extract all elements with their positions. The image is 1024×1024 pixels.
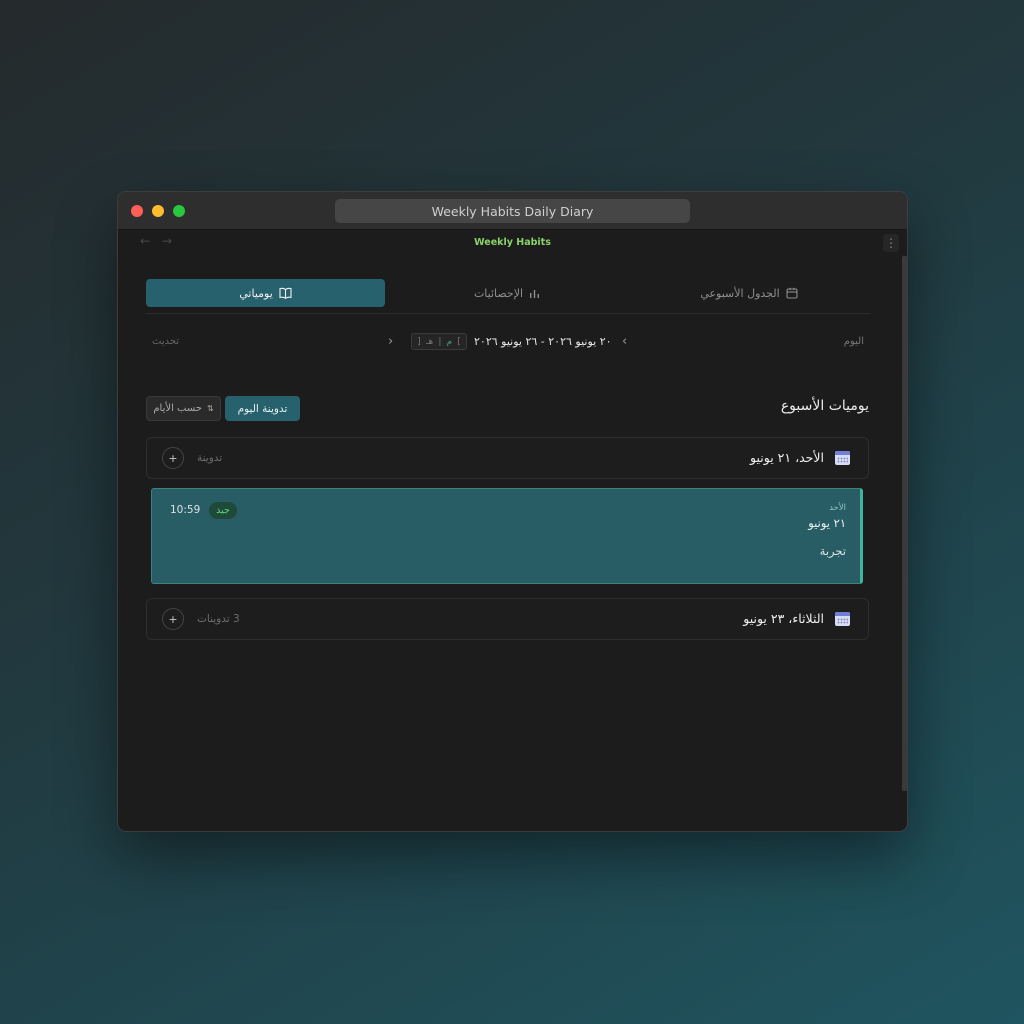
close-window-button[interactable] [131, 205, 143, 217]
maximize-window-button[interactable] [173, 205, 185, 217]
chevron-right-icon[interactable]: › [388, 334, 393, 349]
day-title: الأحد، ٢١ يونيو [750, 450, 824, 465]
tab-journal-label: يومياتي [239, 286, 273, 300]
scrollbar-thumb[interactable] [902, 256, 907, 791]
gregorian-option[interactable]: م [447, 337, 452, 347]
tab-bar: يومياتي الإحصائيات الجدول الأسبوعي [146, 278, 870, 314]
chevron-left-icon[interactable]: ‹ [622, 334, 627, 349]
date-range: ٢٠ يونيو ٢٠٢٦ - ٢٦ يونيو ٢٠٢٦ [474, 335, 612, 348]
entry-date: ٢١ يونيو [808, 516, 846, 530]
book-icon [279, 287, 292, 299]
day-title: الثلاثاء، ٢٣ يونيو [743, 611, 824, 626]
toggle-bracket: [ [417, 336, 421, 347]
tab-weekly-schedule[interactable]: الجدول الأسبوعي [628, 279, 870, 307]
today-entry-button[interactable]: تدوينة اليوم [225, 396, 300, 421]
vertical-dots-icon[interactable]: ⋮ [883, 234, 899, 252]
date-navigation: تحديث › ] م | هـ [ ٢٠ يونيو ٢٠٢٦ - ٢٦ يو… [146, 332, 870, 354]
refresh-button[interactable]: تحديث [152, 336, 179, 347]
entry-count: 3 تدوينات [197, 613, 240, 625]
bar-chart-icon [530, 289, 540, 298]
day-card-sunday[interactable]: الأحد، ٢١ يونيو تدوينة + [146, 437, 869, 479]
mood-badge: جيد [209, 502, 237, 519]
day-card-tuesday[interactable]: الثلاثاء، ٢٣ يونيو 3 تدوينات + [146, 598, 869, 640]
window-title: Weekly Habits Daily Diary [335, 199, 690, 223]
calendar-icon [786, 287, 798, 299]
entry-count: تدوينة [197, 452, 223, 464]
title-bar: Weekly Habits Daily Diary [118, 192, 907, 230]
app-brand: Weekly Habits [474, 237, 551, 248]
plus-icon[interactable]: + [162, 447, 184, 469]
app-window: Weekly Habits Daily Diary ← → Weekly Hab… [117, 191, 908, 832]
tab-journal[interactable]: يومياتي [146, 279, 385, 307]
plus-icon[interactable]: + [162, 608, 184, 630]
minimize-window-button[interactable] [152, 205, 164, 217]
today-button[interactable]: اليوم [844, 336, 864, 347]
entry-text: تجربة [819, 544, 846, 558]
section-title: يوميات الأسبوع [780, 398, 869, 414]
calendar-icon [835, 451, 850, 465]
calendar-type-toggle[interactable]: ] م | هـ [ [411, 333, 467, 350]
hijri-option[interactable]: هـ [426, 337, 433, 347]
entry-card[interactable]: 10:59 جيد الأحد ٢١ يونيو تجربة [151, 488, 863, 584]
entry-weekday: الأحد [829, 503, 846, 513]
tab-statistics[interactable]: الإحصائيات [386, 279, 628, 307]
nav-row: ← → Weekly Habits ⋮ [118, 230, 907, 256]
entry-time: 10:59 [170, 504, 201, 516]
tab-statistics-label: الإحصائيات [473, 286, 524, 300]
scrollbar[interactable] [902, 256, 907, 791]
calendar-icon [835, 612, 850, 626]
toggle-bracket: ] [457, 336, 461, 347]
toggle-separator: | [438, 336, 442, 347]
sort-arrows-icon: ⇅ [206, 404, 214, 413]
sort-button[interactable]: ⇅ حسب الأيام [146, 396, 221, 421]
tab-weekly-label: الجدول الأسبوعي [700, 286, 780, 300]
sort-button-label: حسب الأيام [153, 403, 202, 414]
